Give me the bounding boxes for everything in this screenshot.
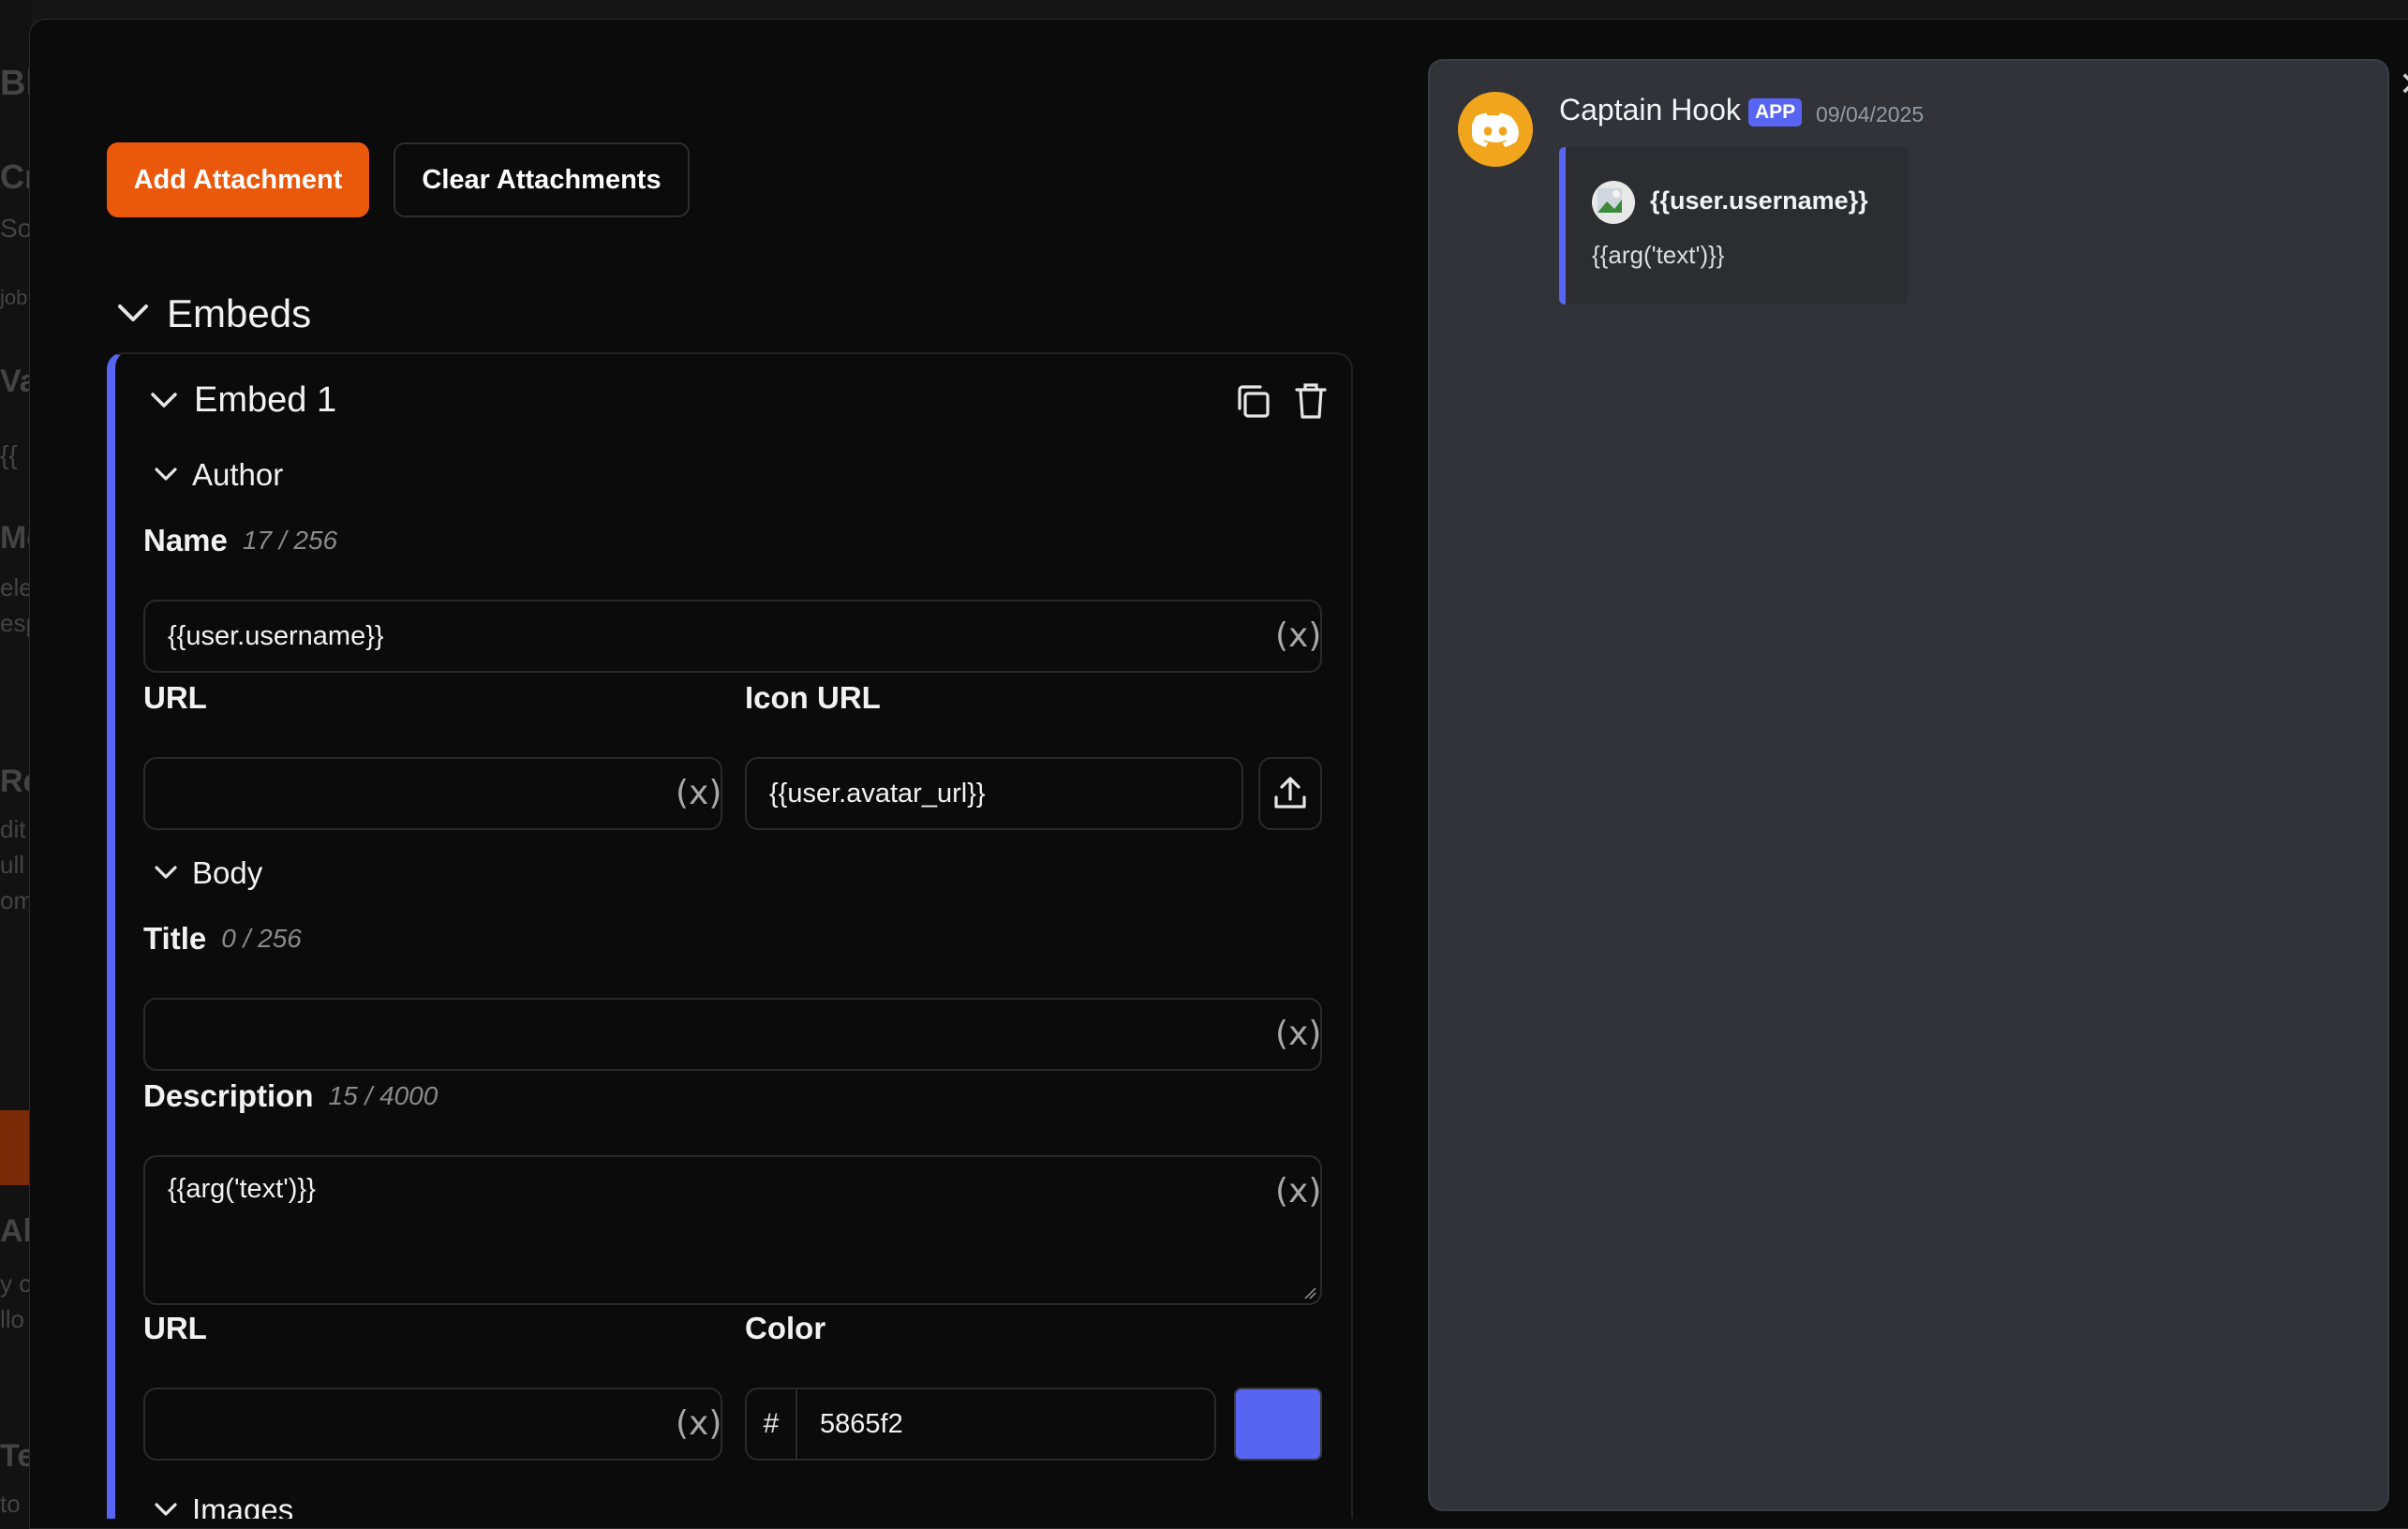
upload-button[interactable] <box>1258 757 1322 830</box>
color-picker-swatch[interactable] <box>1234 1388 1322 1461</box>
hash-prefix: # <box>747 1389 797 1459</box>
broken-image-icon <box>1592 181 1635 224</box>
body-url-label-row: URL <box>143 1311 207 1346</box>
editor-panel: Add Attachment Clear Attachments Embeds … <box>30 20 1417 1519</box>
author-url-input[interactable] <box>143 757 722 830</box>
author-url-label: URL <box>143 680 207 715</box>
discord-logo-icon <box>1472 112 1519 147</box>
icon-url-label-row: Icon URL <box>745 680 881 716</box>
icon-url-label: Icon URL <box>745 680 881 715</box>
icon-url-input[interactable]: {{user.avatar_url}} <box>745 757 1243 830</box>
clear-attachments-button[interactable]: Clear Attachments <box>394 142 690 217</box>
preview-description: {{arg('text')}} <box>1592 241 1725 269</box>
resize-handle-icon[interactable] <box>1303 1286 1316 1299</box>
description-char-count: 15 / 4000 <box>328 1081 438 1110</box>
upload-icon <box>1274 777 1306 809</box>
background-button <box>0 1110 32 1185</box>
description-label: Description <box>143 1078 314 1113</box>
color-hex-input[interactable]: # 5865f2 <box>745 1388 1216 1461</box>
name-char-count: 17 / 256 <box>242 526 338 555</box>
icon-url-value: {{user.avatar_url}} <box>769 778 986 809</box>
variable-icon[interactable]: (x) <box>676 1405 721 1443</box>
body-url-label: URL <box>143 1311 207 1345</box>
name-label-row: Name 17 / 256 <box>143 523 337 558</box>
bot-avatar <box>1458 92 1533 167</box>
name-label: Name <box>143 523 228 557</box>
description-textarea[interactable]: {{arg('text')}} <box>143 1155 1322 1305</box>
variable-icon[interactable]: (x) <box>1275 617 1321 655</box>
description-value: {{arg('text')}} <box>168 1174 316 1204</box>
preview-author-name: {{user.username}} <box>1650 186 1868 215</box>
author-url-label-row: URL <box>143 680 207 716</box>
body-heading: Body <box>192 855 263 890</box>
preview-embed: {{user.username}} {{arg('text')}} <box>1559 147 1908 304</box>
embed-editor-dialog: ✕ Add Attachment Clear Attachments Embed… <box>29 19 2408 1529</box>
author-name-input[interactable]: {{user.username}} <box>143 600 1322 673</box>
embeds-heading: Embeds <box>167 291 312 335</box>
author-section-toggle[interactable]: Author <box>153 457 283 493</box>
embed-card: Embed 1 Author Name 17 / 256 {{user.user… <box>107 352 1353 1519</box>
embed-title: Embed 1 <box>194 380 337 420</box>
duplicate-icon[interactable] <box>1234 382 1273 422</box>
add-attachment-button[interactable]: Add Attachment <box>107 142 369 217</box>
embed-toggle[interactable]: Embed 1 <box>149 380 336 421</box>
message-preview: Captain Hook APP 09/04/2025 {{user.usern… <box>1428 59 2389 1511</box>
variable-icon[interactable]: (x) <box>1275 1016 1321 1053</box>
author-name-value: {{user.username}} <box>168 620 384 651</box>
variable-icon[interactable]: (x) <box>676 775 721 812</box>
title-label: Title <box>143 921 207 956</box>
app-badge: APP <box>1748 98 1803 126</box>
chevron-down-icon <box>118 304 148 321</box>
images-heading: Images <box>192 1492 294 1519</box>
close-icon[interactable]: ✕ <box>2399 68 2408 102</box>
bot-name: Captain Hook <box>1559 93 1741 126</box>
chevron-down-icon <box>155 866 177 879</box>
description-label-row: Description 15 / 4000 <box>143 1078 438 1114</box>
background-page: Bl Cr So job Va {{ Me ele esp Res dit ul… <box>0 0 32 1527</box>
body-url-input[interactable] <box>143 1388 722 1461</box>
variable-icon[interactable]: (x) <box>1275 1173 1321 1210</box>
trash-icon[interactable] <box>1292 380 1330 422</box>
author-heading: Author <box>192 457 284 492</box>
embeds-section-toggle[interactable]: Embeds <box>116 291 311 336</box>
chevron-down-icon <box>151 392 177 408</box>
color-hex-value: 5865f2 <box>820 1408 903 1439</box>
chevron-down-icon <box>155 1503 177 1516</box>
title-input[interactable] <box>143 998 1322 1071</box>
title-label-row: Title 0 / 256 <box>143 921 302 957</box>
images-section-toggle[interactable]: Images <box>153 1492 293 1519</box>
body-section-toggle[interactable]: Body <box>153 855 262 891</box>
chevron-down-icon <box>155 468 177 481</box>
title-char-count: 0 / 256 <box>221 924 302 953</box>
message-date: 09/04/2025 <box>1816 102 1925 126</box>
color-label: Color <box>745 1311 826 1345</box>
color-label-row: Color <box>745 1311 825 1346</box>
